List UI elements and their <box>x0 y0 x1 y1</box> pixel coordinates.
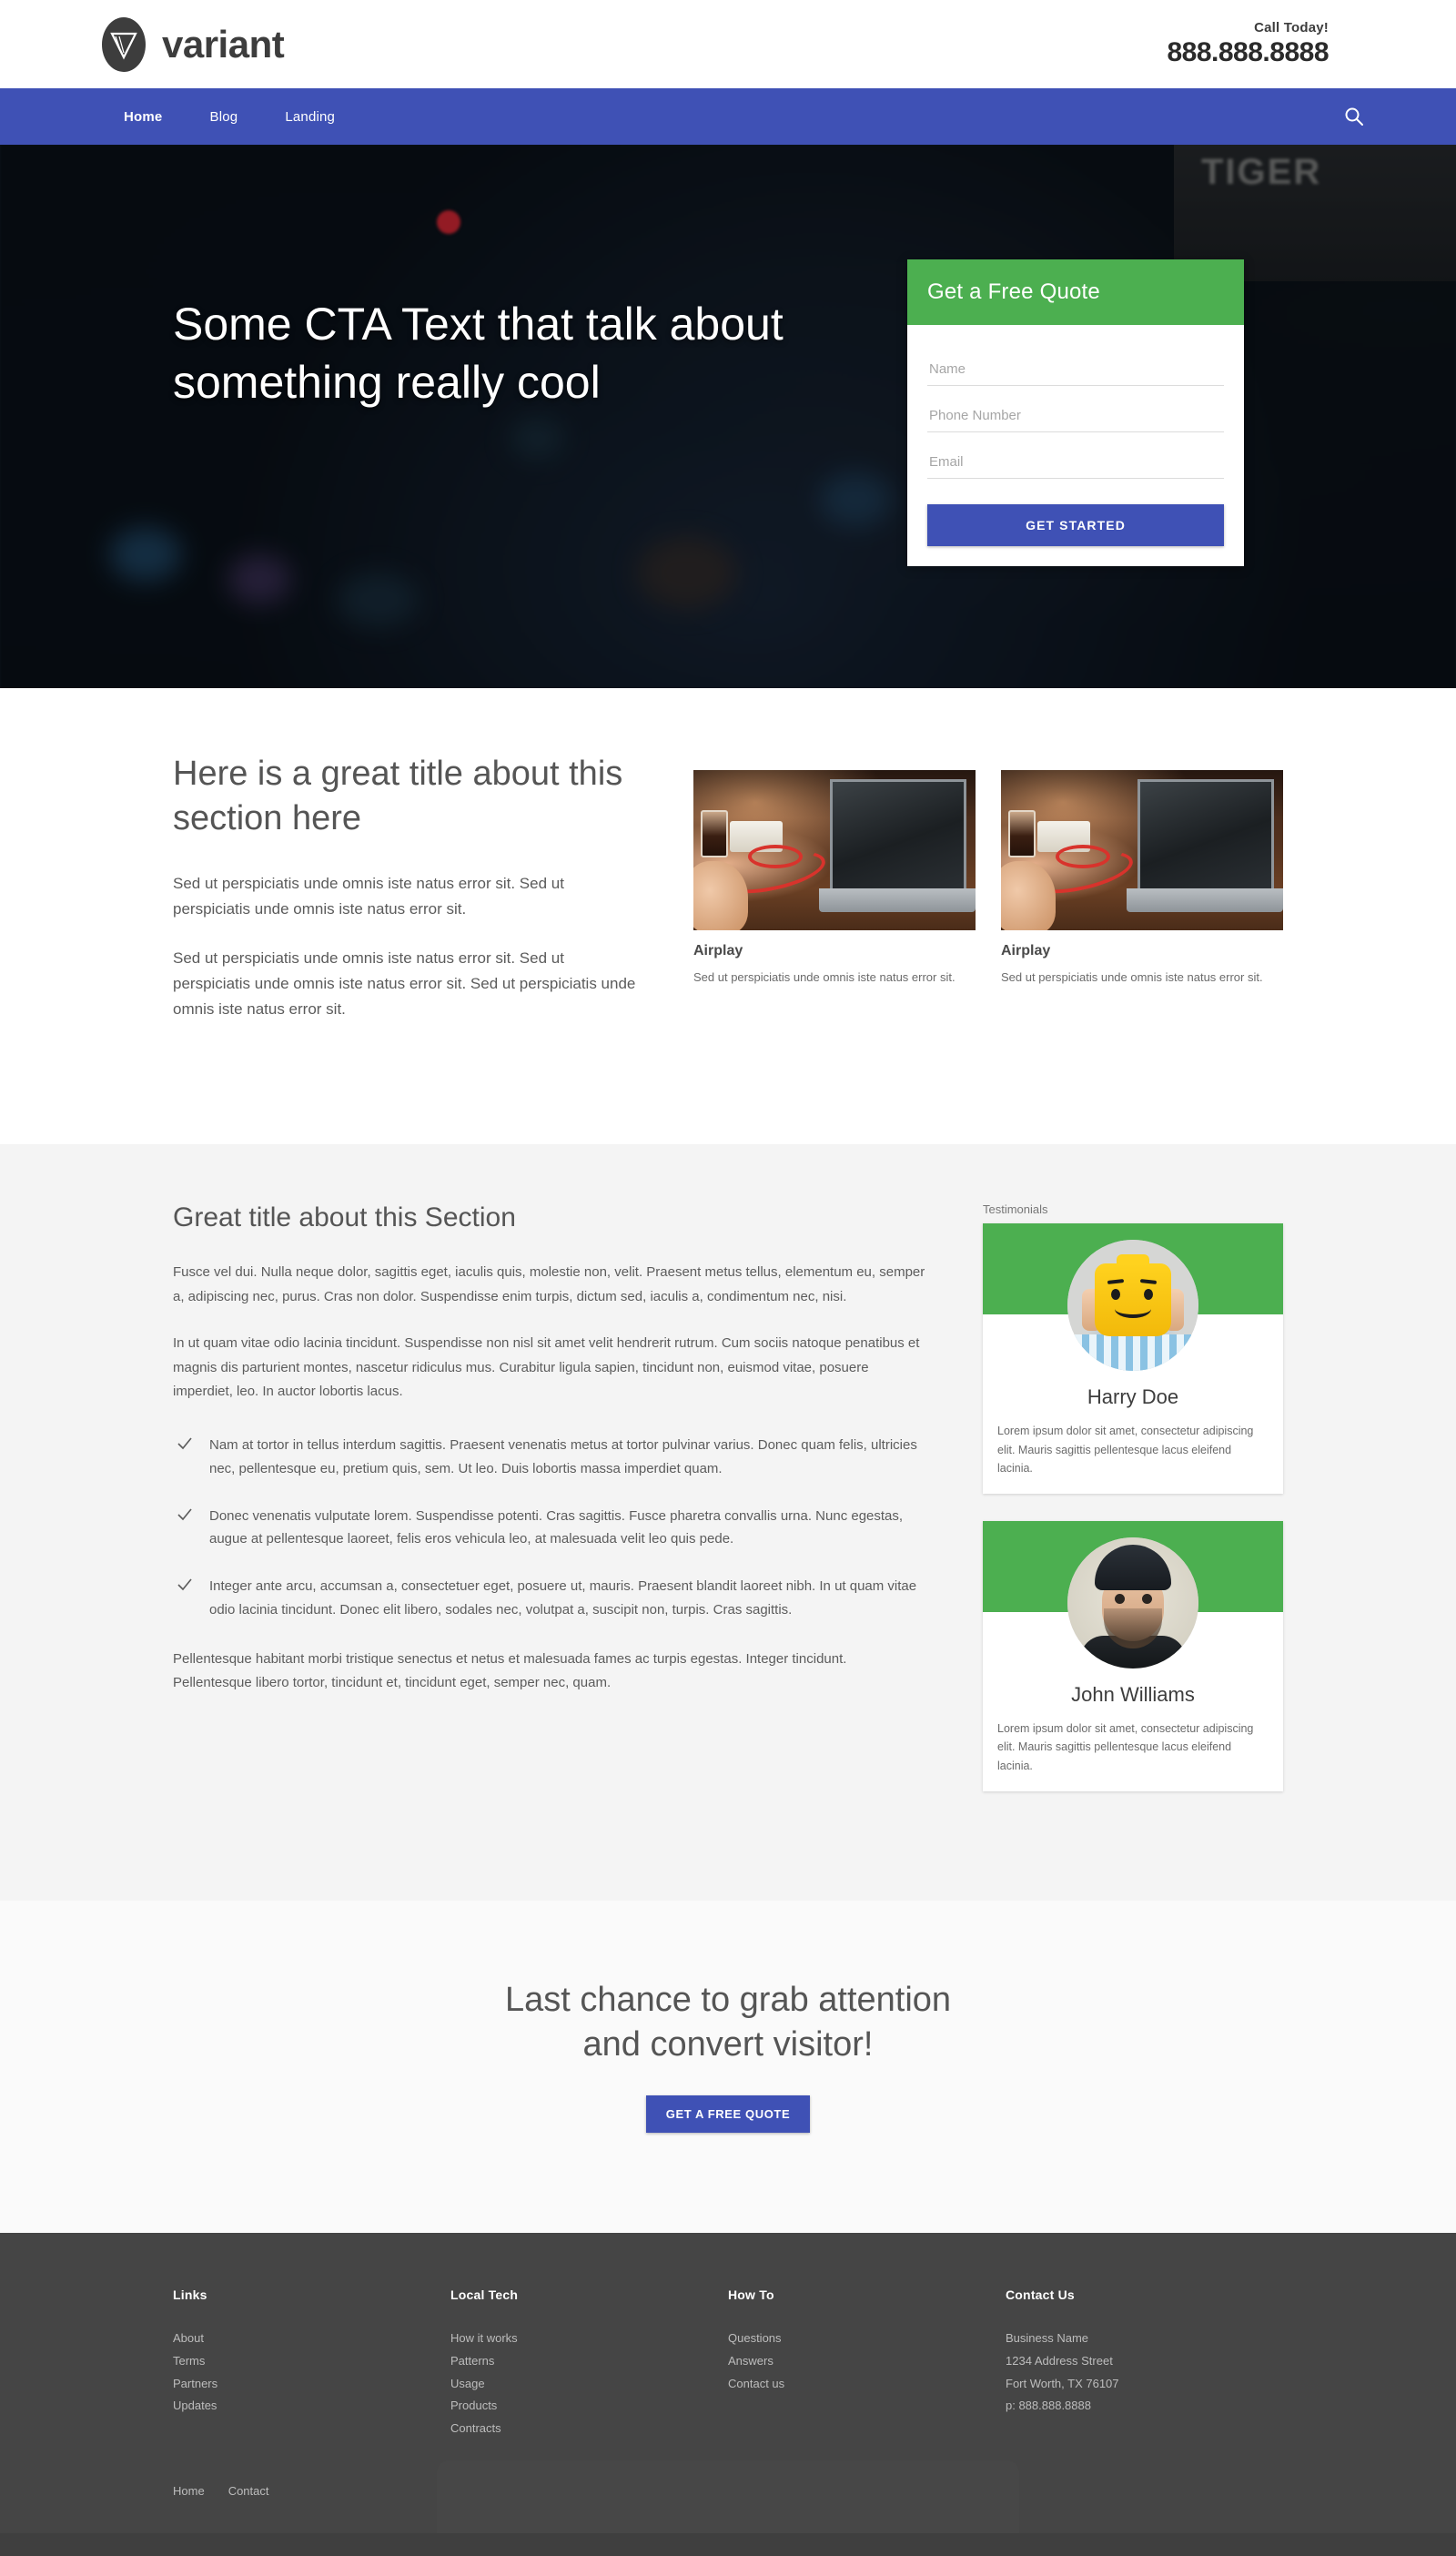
feature-cards: Airplay Sed ut perspiciatis unde omnis i… <box>693 752 1283 987</box>
testimonials-column: Testimonials Harry Doe Lorem ipsum dolor… <box>983 1202 1283 1819</box>
phone-field-wrap <box>927 391 1224 432</box>
features-paragraph-1: Sed ut perspiciatis unde omnis iste natu… <box>173 875 564 918</box>
bearded-man-avatar <box>1067 1537 1198 1669</box>
features-section: Here is a great title about this section… <box>0 688 1456 1145</box>
testimonial-card: John Williams Lorem ipsum dolor sit amet… <box>983 1521 1283 1791</box>
testimonial-card: Harry Doe Lorem ipsum dolor sit amet, co… <box>983 1223 1283 1495</box>
triangle-logo-icon <box>100 16 147 73</box>
quote-form-card: Get a Free Quote GET STARTED <box>907 259 1244 566</box>
cta-title-line2: and convert visitor! <box>582 2024 874 2064</box>
footer-decorative-panel <box>437 2460 1019 2533</box>
footer-column-heading: Links <box>173 2287 207 2303</box>
footer-link[interactable]: Products <box>450 2395 728 2418</box>
call-today-block: Call Today! 888.888.8888 <box>1167 20 1383 68</box>
hero-title: Some CTA Text that talk about something … <box>173 299 784 408</box>
feature-card-text: Sed ut perspiciatis unde omnis iste natu… <box>693 970 956 984</box>
footer-phone: p: 888.888.8888 <box>1006 2399 1091 2413</box>
check-icon <box>177 1505 193 1552</box>
content-title: Great title about this Section <box>173 1202 516 1233</box>
testimonial-text: Lorem ipsum dolor sit amet, consectetur … <box>997 1722 1254 1772</box>
footer-column-heading: How To <box>728 2287 774 2303</box>
name-field-wrap <box>927 345 1224 386</box>
brand-name: variant <box>162 22 285 66</box>
feature-card[interactable]: Airplay Sed ut perspiciatis unde omnis i… <box>1001 770 1283 987</box>
header-phone-number[interactable]: 888.888.8888 <box>1167 37 1329 68</box>
footer-link[interactable]: Terms <box>173 2350 450 2373</box>
features-title: Here is a great title about this section… <box>173 755 623 837</box>
nav-items: Home Blog Landing <box>100 109 359 125</box>
cta-title-line1: Last chance to grab attention <box>504 1980 952 2019</box>
check-icon <box>177 1575 193 1622</box>
landing-page: variant Call Today! 888.888.8888 Home Bl… <box>0 0 1456 2534</box>
list-item-text: Nam at tortor in tellus interdum sagitti… <box>209 1436 917 1476</box>
site-footer: Links About Terms Partners Updates Local… <box>0 2233 1456 2534</box>
footer-link[interactable]: Questions <box>728 2328 1006 2350</box>
nav-item-landing[interactable]: Landing <box>261 109 359 125</box>
feature-card-image <box>693 770 976 930</box>
brand-logo[interactable]: variant <box>100 16 285 73</box>
footer-business-name: Business Name <box>1006 2331 1089 2346</box>
testimonials-label: Testimonials <box>983 1202 1048 1217</box>
testimonial-text: Lorem ipsum dolor sit amet, consectetur … <box>997 1425 1254 1475</box>
quote-form-heading: Get a Free Quote <box>907 259 1244 325</box>
hero-section: TIGER Some CTA Text that talk about some… <box>0 145 1456 688</box>
footer-link[interactable]: Patterns <box>450 2350 728 2373</box>
get-started-button[interactable]: GET STARTED <box>927 504 1224 546</box>
feature-card-image <box>1001 770 1283 930</box>
feature-card-title: Airplay <box>693 943 743 958</box>
name-input[interactable] <box>927 345 1224 386</box>
content-checklist: Nam at tortor in tellus interdum sagitti… <box>173 1434 928 1622</box>
features-text-column: Here is a great title about this section… <box>173 752 693 1046</box>
footer-link[interactable]: Contact us <box>728 2373 1006 2396</box>
get-a-free-quote-button[interactable]: GET A FREE QUOTE <box>645 2095 811 2134</box>
feature-card[interactable]: Airplay Sed ut perspiciatis unde omnis i… <box>693 770 976 987</box>
content-section: Great title about this Section Fusce vel… <box>0 1144 1456 1901</box>
content-paragraph-2: In ut quam vitae odio lacinia tincidunt.… <box>173 1334 920 1400</box>
list-item-text: Donec venenatis vulputate lorem. Suspend… <box>209 1507 904 1547</box>
footer-link[interactable]: Usage <box>450 2373 728 2396</box>
content-closing-paragraph: Pellentesque habitant morbi tristique se… <box>173 1650 847 1691</box>
call-today-label: Call Today! <box>1254 20 1329 36</box>
testimonial-name: John Williams <box>1071 1683 1195 1707</box>
footer-column-contact-us: Contact Us Business Name 1234 Address St… <box>1006 2287 1283 2439</box>
content-paragraph-1: Fusce vel dui. Nulla neque dolor, sagitt… <box>173 1264 925 1305</box>
feature-card-text: Sed ut perspiciatis unde omnis iste natu… <box>1001 970 1263 984</box>
footer-link[interactable]: Updates <box>173 2395 450 2418</box>
nav-item-blog[interactable]: Blog <box>186 109 261 125</box>
features-paragraph-2: Sed ut perspiciatis unde omnis iste natu… <box>173 949 636 1019</box>
footer-link[interactable]: How it works <box>450 2328 728 2350</box>
site-header: variant Call Today! 888.888.8888 <box>0 0 1456 88</box>
list-item-text: Integer ante arcu, accumsan a, consectet… <box>209 1578 917 1618</box>
search-icon[interactable] <box>1343 106 1383 127</box>
footer-bottom-link-home[interactable]: Home <box>173 2484 205 2498</box>
footer-column-heading: Local Tech <box>450 2287 519 2303</box>
email-input[interactable] <box>927 438 1224 479</box>
footer-column-links: Links About Terms Partners Updates <box>173 2287 450 2439</box>
footer-link[interactable]: About <box>173 2328 450 2350</box>
nav-item-home[interactable]: Home <box>100 109 186 125</box>
main-navbar: Home Blog Landing <box>0 88 1456 145</box>
list-item: Nam at tortor in tellus interdum sagitti… <box>173 1434 928 1481</box>
footer-link[interactable]: Contracts <box>450 2418 728 2440</box>
lego-head-avatar <box>1067 1240 1198 1372</box>
footer-address-city: Fort Worth, TX 76107 <box>1006 2376 1119 2390</box>
phone-input[interactable] <box>927 391 1224 432</box>
quote-form-body: GET STARTED <box>907 325 1244 566</box>
testimonial-name: Harry Doe <box>1087 1385 1179 1409</box>
cta-section: Last chance to grab attention and conver… <box>0 1900 1456 2234</box>
footer-link[interactable]: Answers <box>728 2350 1006 2373</box>
footer-link[interactable]: Partners <box>173 2373 450 2396</box>
footer-column-heading: Contact Us <box>1006 2287 1075 2303</box>
list-item: Donec venenatis vulputate lorem. Suspend… <box>173 1505 928 1552</box>
footer-column-how-to: How To Questions Answers Contact us <box>728 2287 1006 2439</box>
footer-address-street: 1234 Address Street <box>1006 2353 1113 2368</box>
footer-bottom-link-contact[interactable]: Contact <box>228 2484 269 2498</box>
footer-column-local-tech: Local Tech How it works Patterns Usage P… <box>450 2287 728 2439</box>
list-item: Integer ante arcu, accumsan a, consectet… <box>173 1575 928 1622</box>
feature-card-title: Airplay <box>1001 943 1051 958</box>
content-text-column: Great title about this Section Fusce vel… <box>173 1202 983 1718</box>
check-icon <box>177 1434 193 1481</box>
email-field-wrap <box>927 438 1224 479</box>
